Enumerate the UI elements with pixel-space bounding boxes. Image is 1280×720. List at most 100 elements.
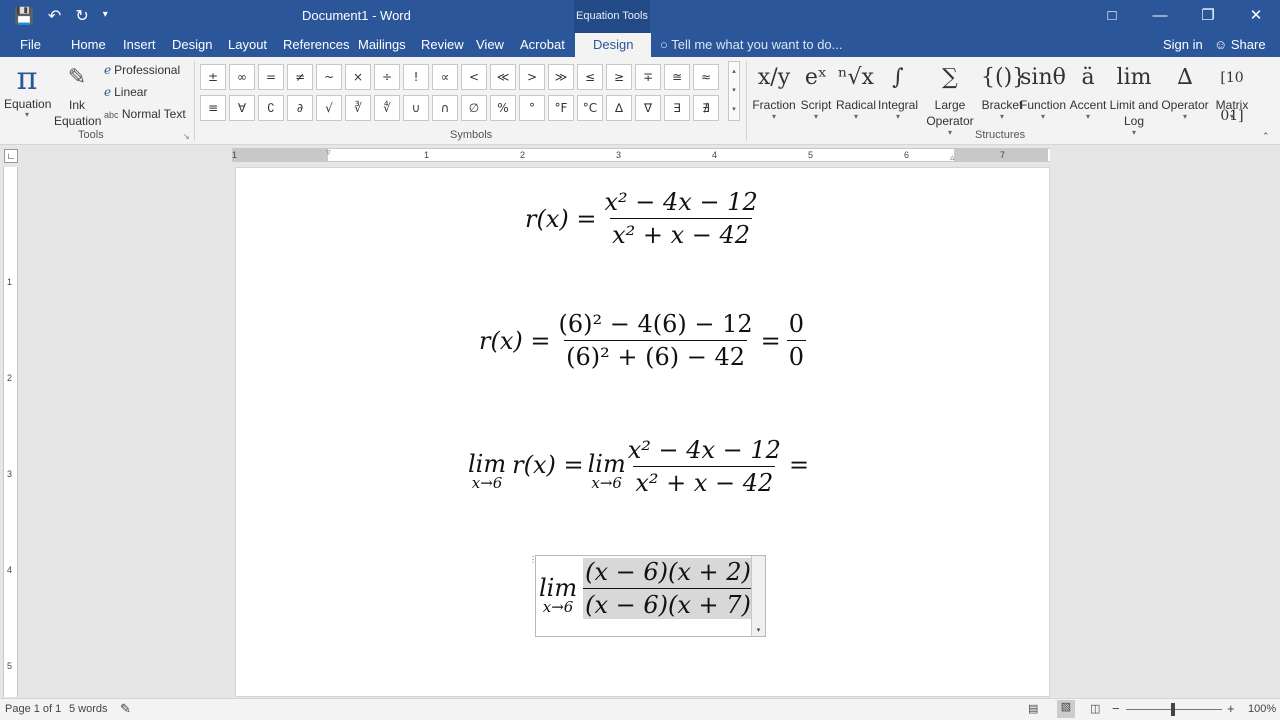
tab-acrobat[interactable]: Acrobat xyxy=(520,37,565,52)
symbol-button[interactable]: ∅ xyxy=(461,95,487,121)
symbol-button[interactable]: ∁ xyxy=(258,95,284,121)
symbol-button[interactable]: ∪ xyxy=(403,95,429,121)
document-page[interactable]: r(x) = x² − 4x − 12 x² + x − 42 r(x) = (… xyxy=(235,167,1050,697)
indent-marker-icon[interactable]: ▿ xyxy=(326,147,331,158)
tab-layout[interactable]: Layout xyxy=(228,37,267,52)
structure-bracket-button[interactable]: {()} Bracket ▾ xyxy=(981,59,1026,121)
symbol-button[interactable]: ≡ xyxy=(200,95,226,121)
symbol-button[interactable]: ≥ xyxy=(606,64,632,90)
minimize-icon[interactable]: — xyxy=(1136,0,1184,30)
symbol-button[interactable]: = xyxy=(258,64,284,90)
tab-file[interactable]: File xyxy=(20,37,41,52)
web-layout-icon[interactable]: ◫ xyxy=(1090,702,1100,715)
restore-icon[interactable]: ❐ xyxy=(1184,0,1232,30)
normal-text-button[interactable]: abc Normal Text xyxy=(104,107,186,121)
equation-2[interactable]: r(x) = (6)² − 4(6) − 12 (6)² + (6) − 42 … xyxy=(479,310,807,371)
tab-equation-design[interactable]: Design xyxy=(575,33,652,57)
symbol-button[interactable]: ∞ xyxy=(229,64,255,90)
share-button[interactable]: ☺ Share xyxy=(1214,37,1266,52)
tab-review[interactable]: Review xyxy=(421,37,464,52)
tab-selector[interactable]: ∟ xyxy=(4,149,18,163)
symbol-button[interactable]: ≫ xyxy=(548,64,574,90)
dialog-launcher-icon[interactable]: ↘ xyxy=(183,132,190,141)
symbol-button[interactable]: ∜ xyxy=(374,95,400,121)
symbol-button[interactable]: ± xyxy=(200,64,226,90)
symbol-button[interactable]: ∄ xyxy=(693,95,719,121)
symbol-button[interactable]: × xyxy=(345,64,371,90)
symbols-scroll[interactable]: ▴ ▾ ▾ xyxy=(728,61,740,121)
undo-icon[interactable]: ↶ xyxy=(48,6,61,26)
tell-me-search[interactable]: ○ Tell me what you want to do... xyxy=(660,37,843,52)
tab-design[interactable]: Design xyxy=(172,37,212,52)
symbol-button[interactable]: % xyxy=(490,95,516,121)
symbol-button[interactable]: ∇ xyxy=(635,95,661,121)
collapse-ribbon-icon[interactable]: ⌃ xyxy=(1262,131,1270,142)
structure-matrix-button[interactable]: [10 01] Matrix ▾ xyxy=(1210,59,1254,124)
structure-function-button[interactable]: sinθ Function ▾ xyxy=(1018,59,1068,121)
equation-button[interactable]: π Equation ▾ xyxy=(4,59,51,119)
symbol-button[interactable]: ≪ xyxy=(490,64,516,90)
symbol-button[interactable]: ° xyxy=(519,95,545,121)
read-mode-icon[interactable]: ▤ xyxy=(1028,702,1038,715)
symbol-button[interactable]: ∩ xyxy=(432,95,458,121)
equation-3[interactable]: lim x→6 r(x) = lim x→6 x² − 4x − 12 x² +… xyxy=(468,436,809,507)
ink-equation-button[interactable]: ✎ Ink Equation xyxy=(54,59,101,129)
save-icon[interactable]: 💾 xyxy=(14,6,34,26)
structure-large-operator-button[interactable]: ∑ Large Operator ▾ xyxy=(925,59,975,137)
symbol-button[interactable]: ≈ xyxy=(693,64,719,90)
equation-options-dropdown[interactable]: ▾ xyxy=(751,556,765,636)
symbol-button[interactable]: ÷ xyxy=(374,64,400,90)
zoom-slider-thumb[interactable] xyxy=(1171,703,1175,716)
close-icon[interactable]: ✕ xyxy=(1232,0,1280,30)
symbol-button[interactable]: ∃ xyxy=(664,95,690,121)
fraction-denominator[interactable]: (x − 6)(x + 7) xyxy=(583,588,753,619)
equation-1[interactable]: r(x) = x² − 4x − 12 x² + x − 42 xyxy=(525,188,760,249)
structure-script-button[interactable]: eˣ Script ▾ xyxy=(794,59,838,121)
print-layout-icon[interactable]: ▧ xyxy=(1057,700,1075,718)
redo-icon[interactable]: ↻ xyxy=(75,6,88,26)
equation-edit-box[interactable]: ⋮ lim x→6 (x − 6)(x + 2) (x − 6)(x + 7) … xyxy=(529,555,766,637)
symbol-button[interactable]: > xyxy=(519,64,545,90)
equation-4[interactable]: lim x→6 (x − 6)(x + 2) (x − 6)(x + 7) xyxy=(539,558,753,619)
symbol-button[interactable]: √ xyxy=(316,95,342,121)
zoom-in-button[interactable]: + xyxy=(1227,701,1235,716)
tab-view[interactable]: View xyxy=(476,37,504,52)
zoom-out-button[interactable]: − xyxy=(1112,701,1120,716)
ribbon-display-icon[interactable]: □ xyxy=(1088,0,1136,30)
symbol-button[interactable]: ≅ xyxy=(664,64,690,90)
structure-accent-button[interactable]: ä Accent ▾ xyxy=(1067,59,1109,121)
right-indent-icon[interactable]: ▵ xyxy=(950,152,955,163)
zoom-level[interactable]: 100% xyxy=(1248,703,1276,715)
structure-limit-and-log-button[interactable]: lim Limit and Log ▾ xyxy=(1106,59,1162,137)
vertical-ruler[interactable]: 1 2 3 4 5 xyxy=(3,167,18,697)
sign-in-link[interactable]: Sign in xyxy=(1163,37,1203,52)
tab-mailings[interactable]: Mailings xyxy=(358,37,406,52)
tab-insert[interactable]: Insert xyxy=(123,37,156,52)
symbol-button[interactable]: ≠ xyxy=(287,64,313,90)
symbol-button[interactable]: ~ xyxy=(316,64,342,90)
structure-integral-button[interactable]: ∫ Integral ▾ xyxy=(874,59,922,121)
symbol-button[interactable]: < xyxy=(461,64,487,90)
page-count[interactable]: Page 1 of 1 xyxy=(5,703,61,715)
symbol-button[interactable]: ∀ xyxy=(229,95,255,121)
symbol-button[interactable]: ∆ xyxy=(606,95,632,121)
structure-operator-button[interactable]: ∆ Operator ▾ xyxy=(1158,59,1212,121)
linear-button[interactable]: e Linear xyxy=(104,85,147,99)
proofing-icon[interactable]: ✎ xyxy=(120,701,131,717)
symbol-button[interactable]: ! xyxy=(403,64,429,90)
symbol-button[interactable]: ∂ xyxy=(287,95,313,121)
fraction-numerator[interactable]: (x − 6)(x + 2) xyxy=(583,558,753,588)
symbol-button[interactable]: ∓ xyxy=(635,64,661,90)
drag-handle-icon[interactable]: ⋮ xyxy=(529,555,537,567)
customize-icon[interactable]: ▾ xyxy=(103,6,108,26)
symbol-button[interactable]: ∛ xyxy=(345,95,371,121)
professional-button[interactable]: e Professional xyxy=(104,63,180,77)
tab-home[interactable]: Home xyxy=(71,37,106,52)
structure-radical-button[interactable]: ⁿ√x Radical ▾ xyxy=(834,59,878,121)
word-count[interactable]: 5 words xyxy=(69,703,108,715)
symbol-button[interactable]: ∝ xyxy=(432,64,458,90)
horizontal-ruler[interactable]: 1 1 2 3 4 5 6 7 ▿ ▵ xyxy=(232,147,1050,163)
symbol-button[interactable]: °C xyxy=(577,95,603,121)
symbol-button[interactable]: °F xyxy=(548,95,574,121)
structure-fraction-button[interactable]: x/y Fraction ▾ xyxy=(750,59,798,121)
